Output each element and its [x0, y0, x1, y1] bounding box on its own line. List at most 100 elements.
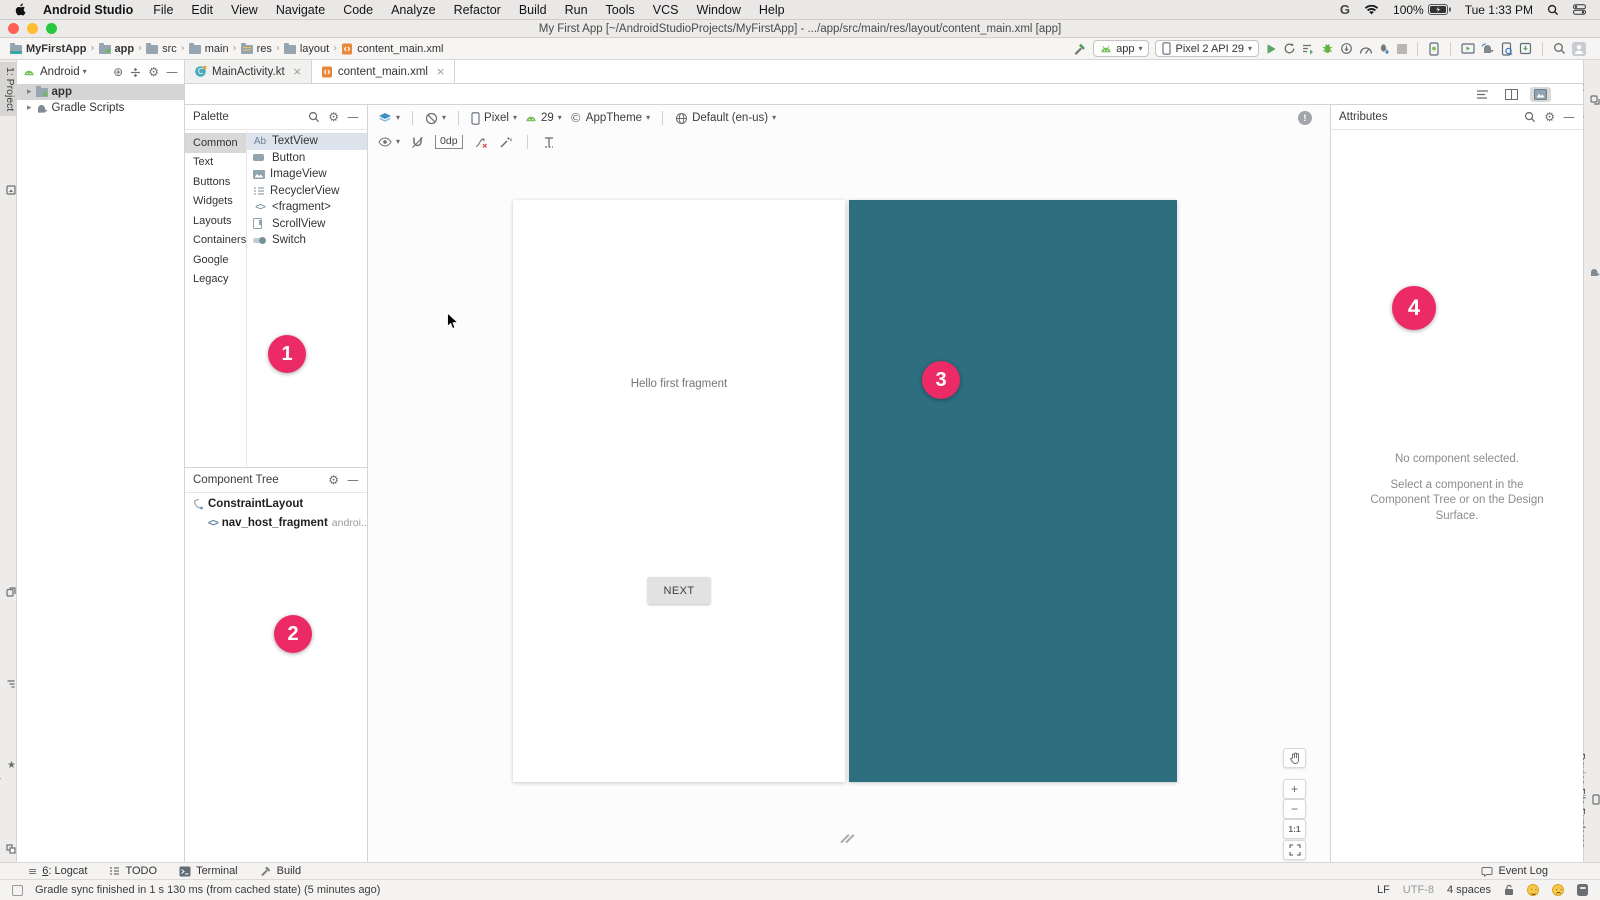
design-canvas[interactable]: Hello first fragment NEXT	[513, 200, 845, 782]
tool-tab-logcat[interactable]: ≡6: Logcat	[28, 865, 87, 877]
close-tab-icon[interactable]: ×	[293, 66, 302, 77]
feedback-sad-icon[interactable]	[1552, 884, 1564, 896]
zoom-out-button[interactable]: −	[1283, 799, 1306, 819]
tool-tab-todo[interactable]: TODO	[109, 865, 157, 877]
palette-category-widgets[interactable]: Widgets	[185, 192, 246, 212]
palette-category-text[interactable]: Text	[185, 153, 246, 173]
palette-item-button[interactable]: Button	[247, 150, 367, 167]
resize-handle[interactable]	[844, 833, 850, 844]
readonly-lock-icon[interactable]	[1504, 884, 1514, 896]
next-button[interactable]: NEXT	[648, 577, 711, 604]
breadcrumb-project[interactable]: MyFirstApp	[8, 43, 89, 55]
hide-panel-icon[interactable]: —	[166, 66, 178, 78]
breadcrumb-src[interactable]: src	[144, 43, 179, 55]
menu-file[interactable]: File	[144, 3, 182, 17]
issues-warning-icon[interactable]	[1298, 111, 1312, 125]
tool-tab-multi-preview[interactable]: Multi Preview	[1584, 64, 1600, 136]
menu-analyze[interactable]: Analyze	[382, 3, 444, 17]
menu-vcs[interactable]: VCS	[644, 3, 688, 17]
menu-help[interactable]: Help	[750, 3, 794, 17]
menu-run[interactable]: Run	[556, 3, 597, 17]
tab-mainactivity[interactable]: C MainActivity.kt ×	[185, 60, 312, 83]
menu-android-studio[interactable]: Android Studio	[36, 3, 140, 17]
gear-icon[interactable]: ⚙	[1544, 111, 1555, 123]
breadcrumb-main[interactable]: main	[187, 43, 231, 55]
hide-panel-icon[interactable]: —	[347, 474, 359, 486]
build-hammer-icon[interactable]	[1073, 42, 1087, 56]
infer-constraints-icon[interactable]	[499, 136, 512, 149]
gradle-daemon-icon[interactable]	[1577, 884, 1588, 896]
gear-icon[interactable]: ⚙	[328, 111, 339, 123]
tool-tab-resource-manager[interactable]: Resource Manager	[0, 140, 16, 239]
design-view-icon[interactable]	[1530, 87, 1551, 102]
menu-refactor[interactable]: Refactor	[445, 3, 510, 17]
project-tree-gradle-scripts[interactable]: ▸ Gradle Scripts	[17, 100, 184, 116]
palette-category-google[interactable]: Google	[185, 250, 246, 270]
breadcrumb-res[interactable]: res	[239, 43, 274, 55]
breadcrumb-file[interactable]: content_main.xml	[339, 43, 445, 55]
tool-tab-favorites[interactable]: ★2: Favorites	[0, 734, 16, 799]
tool-window-toggle-icon[interactable]	[12, 885, 23, 896]
search-icon[interactable]	[1524, 111, 1536, 123]
zoom-to-fit-button[interactable]	[1283, 840, 1306, 860]
menu-window[interactable]: Window	[687, 3, 749, 17]
menu-build[interactable]: Build	[510, 3, 556, 17]
design-surface-select[interactable]: ▾	[378, 112, 400, 125]
design-surface[interactable]: Hello first fragment NEXT + − 1:1	[368, 153, 1330, 862]
run-config-select[interactable]: app▾	[1093, 40, 1149, 57]
feedback-happy-icon[interactable]	[1527, 884, 1539, 896]
orientation-select[interactable]: ▾	[425, 112, 446, 125]
encoding-widget[interactable]: UTF-8	[1403, 884, 1434, 896]
close-tab-icon[interactable]: ×	[436, 66, 445, 77]
locale-picker[interactable]: Default (en-us)▾	[675, 112, 776, 125]
blueprint-canvas[interactable]	[849, 200, 1177, 782]
palette-category-common[interactable]: Common	[185, 133, 246, 153]
stop-button[interactable]	[1397, 44, 1407, 54]
tree-item-constraintlayout[interactable]: ConstraintLayout	[185, 496, 367, 512]
tool-tab-gradle[interactable]: Gradle	[1584, 252, 1600, 294]
menu-clock[interactable]: Tue 1:33 PM	[1465, 3, 1533, 17]
spotlight-icon[interactable]	[1547, 4, 1559, 16]
default-margin-picker[interactable]: 0dp	[435, 135, 463, 149]
palette-item-textview[interactable]: AbTextView	[247, 133, 367, 150]
clear-constraints-icon[interactable]	[474, 136, 488, 149]
line-separator-widget[interactable]: LF	[1377, 884, 1390, 896]
menu-navigate[interactable]: Navigate	[267, 3, 334, 17]
google-account-icon[interactable]: G	[1340, 2, 1350, 17]
palette-category-buttons[interactable]: Buttons	[185, 172, 246, 192]
palette-item-recyclerview[interactable]: RecyclerView	[247, 183, 367, 200]
indent-widget[interactable]: 4 spaces	[1447, 884, 1491, 896]
palette-category-layouts[interactable]: Layouts	[185, 211, 246, 231]
palette-category-legacy[interactable]: Legacy	[185, 270, 246, 290]
zoom-actual-size-button[interactable]: 1:1	[1283, 819, 1306, 839]
run-button[interactable]	[1265, 43, 1277, 55]
menu-tools[interactable]: Tools	[597, 3, 644, 17]
view-options-icon[interactable]: ▾	[378, 137, 400, 147]
palette-item-scrollview[interactable]: ScrollView	[247, 216, 367, 233]
pack-icon[interactable]	[543, 136, 555, 149]
tool-tab-project[interactable]: 1: Project	[0, 62, 16, 116]
expand-icon[interactable]: ▸	[27, 88, 32, 97]
palette-category-containers[interactable]: Containers	[185, 231, 246, 251]
tool-tab-structure[interactable]: 7: Structure	[0, 652, 16, 716]
breadcrumb-app[interactable]: app	[97, 43, 137, 55]
expand-icon[interactable]: ▸	[27, 104, 32, 113]
attach-debugger-icon[interactable]	[1378, 42, 1391, 55]
event-log-button[interactable]: Event Log	[1481, 865, 1548, 877]
wifi-icon[interactable]	[1364, 4, 1379, 15]
search-icon[interactable]	[308, 111, 320, 123]
tool-tab-layout-captures[interactable]: Layout Captures	[0, 548, 16, 635]
control-center-icon[interactable]	[1573, 4, 1586, 15]
profile-avatar-icon[interactable]	[1572, 42, 1586, 56]
split-view-icon[interactable]	[1501, 87, 1522, 102]
tool-tab-terminal[interactable]: Terminal	[179, 865, 238, 877]
project-view-select[interactable]: Android▾	[40, 66, 87, 78]
breadcrumb-layout[interactable]: layout	[282, 43, 331, 55]
menu-code[interactable]: Code	[334, 3, 382, 17]
pan-hand-button[interactable]	[1283, 748, 1306, 768]
theme-picker[interactable]: ©AppTheme▾	[570, 112, 650, 124]
menu-view[interactable]: View	[222, 3, 267, 17]
search-everywhere-icon[interactable]	[1553, 42, 1566, 55]
debug-button[interactable]	[1321, 42, 1334, 55]
api-version-picker[interactable]: 29▾	[525, 112, 562, 124]
